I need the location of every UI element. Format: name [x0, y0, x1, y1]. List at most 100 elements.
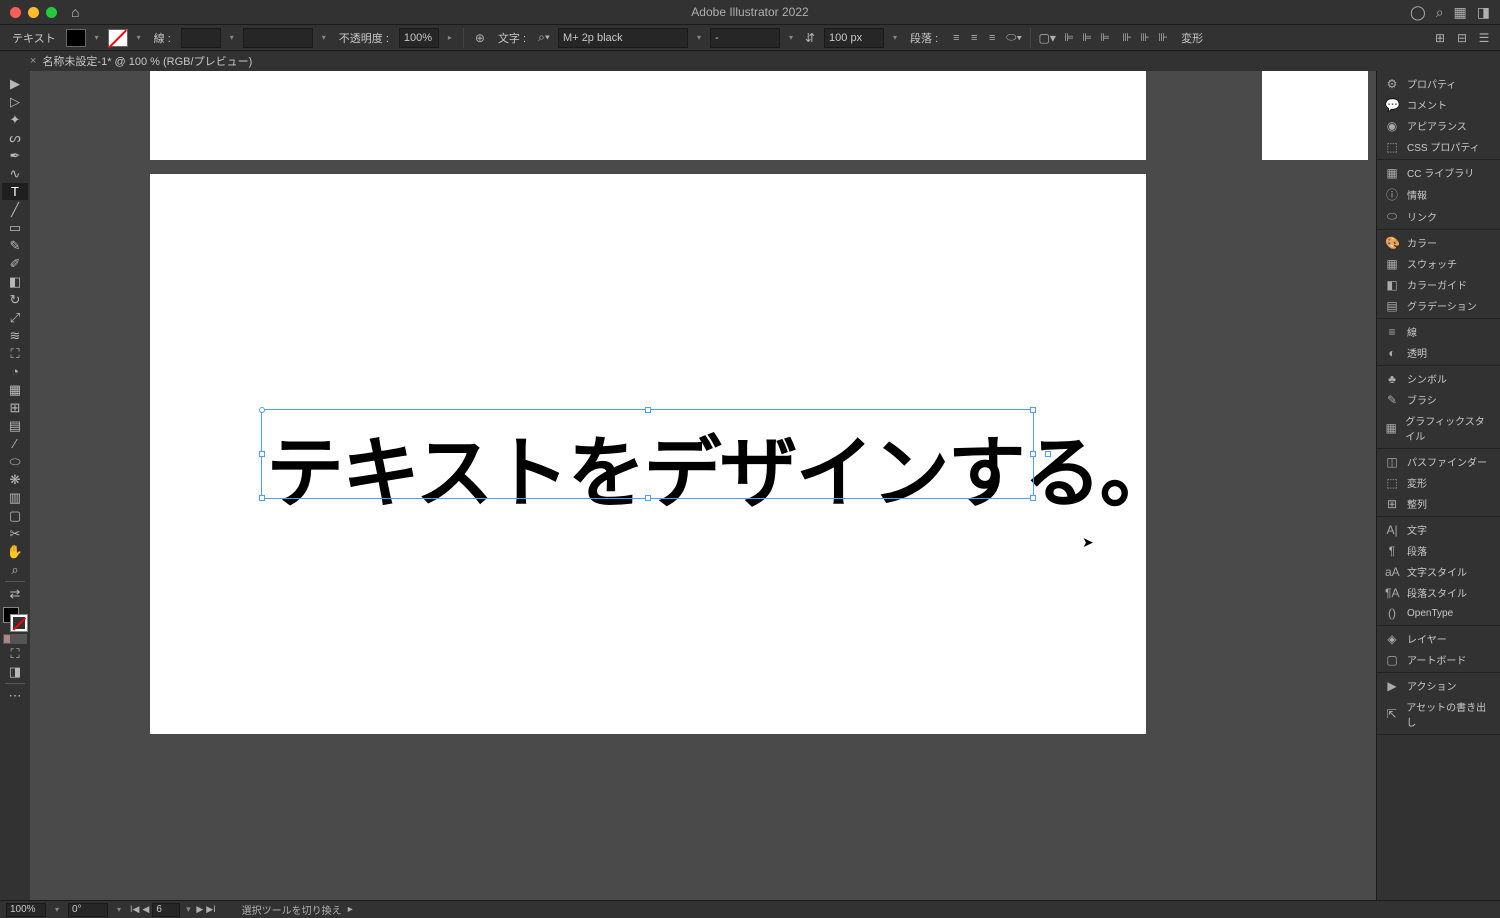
artboard-tool[interactable]: ▢: [2, 507, 28, 524]
toggle-fill-stroke-icon[interactable]: ⇄: [2, 585, 28, 602]
width-tool[interactable]: ≋: [2, 327, 28, 344]
shape-builder-tool[interactable]: ◔: [2, 363, 28, 380]
font-style-input[interactable]: [710, 28, 780, 48]
fill-stroke-indicator[interactable]: [3, 607, 27, 631]
opacity-input[interactable]: [399, 28, 439, 48]
resize-handle-tm[interactable]: [645, 407, 651, 413]
transform-label[interactable]: 変形: [1177, 30, 1207, 46]
column-graph-tool[interactable]: ▥: [2, 489, 28, 506]
panel-item[interactable]: 💬コメント: [1377, 94, 1500, 115]
type-tool[interactable]: T: [2, 183, 28, 200]
resize-handle-bl[interactable]: [259, 495, 265, 501]
font-size-input[interactable]: [824, 28, 884, 48]
eraser-tool[interactable]: ◧: [2, 273, 28, 290]
resize-handle-bm[interactable]: [645, 495, 651, 501]
recolor-icon[interactable]: ⊕: [472, 30, 488, 46]
dist-2-icon[interactable]: ⊪: [1137, 30, 1153, 46]
panel-item[interactable]: ◈レイヤー: [1377, 628, 1500, 649]
resize-handle-tl[interactable]: [259, 407, 265, 413]
align-obj-3-icon[interactable]: ⊫: [1097, 30, 1113, 46]
panel-item[interactable]: ¶A段落スタイル: [1377, 582, 1500, 603]
resize-handle-br[interactable]: [1030, 495, 1036, 501]
panel-item[interactable]: ▦スウォッチ: [1377, 253, 1500, 274]
panel-item[interactable]: ⚙プロパティ: [1377, 73, 1500, 94]
panel-item[interactable]: ▦CC ライブラリ: [1377, 162, 1500, 183]
rotate-tool[interactable]: ↻: [2, 291, 28, 308]
lasso-tool[interactable]: ᔕ: [2, 129, 28, 146]
align-obj-1-icon[interactable]: ⊫: [1061, 30, 1077, 46]
close-window-button[interactable]: [10, 7, 21, 18]
home-icon[interactable]: ⌂: [71, 4, 79, 20]
dist-3-icon[interactable]: ⊪: [1155, 30, 1171, 46]
slice-tool[interactable]: ✂: [2, 525, 28, 542]
workspace-switcher-icon[interactable]: ▦: [1454, 4, 1467, 21]
panel-item[interactable]: ≡線: [1377, 321, 1500, 342]
edit-toolbar-icon[interactable]: ⋯: [2, 687, 28, 704]
panel-item[interactable]: ◉アピアランス: [1377, 115, 1500, 136]
warp-icon[interactable]: ⬭▾: [1006, 30, 1022, 46]
panel-item[interactable]: ⊞整列: [1377, 493, 1500, 514]
panel-item[interactable]: ◧カラーガイド: [1377, 274, 1500, 295]
close-tab-icon[interactable]: ×: [30, 55, 36, 67]
fill-dropdown-icon[interactable]: ▾: [92, 33, 102, 42]
blend-tool[interactable]: ⬭: [2, 453, 28, 470]
next-artboard-icon[interactable]: ▶: [196, 904, 203, 915]
font-family-input[interactable]: [558, 28, 688, 48]
rotation-input[interactable]: [68, 903, 108, 917]
direct-selection-tool[interactable]: ▷: [2, 93, 28, 110]
minimize-window-button[interactable]: [28, 7, 39, 18]
panel-item[interactable]: ◐透明: [1377, 342, 1500, 363]
line-tool[interactable]: ╱: [2, 201, 28, 218]
gradient-tool[interactable]: ▤: [2, 417, 28, 434]
maximize-window-button[interactable]: [46, 7, 57, 18]
resize-handle-mr[interactable]: [1030, 451, 1036, 457]
eyedropper-tool[interactable]: ⁄: [2, 435, 28, 452]
search-icon[interactable]: ⌕: [1436, 4, 1444, 21]
shaper-tool[interactable]: ✐: [2, 255, 28, 272]
stroke-swatch[interactable]: [108, 29, 128, 47]
scale-tool[interactable]: ⤢: [2, 309, 28, 326]
text-overflow-handle[interactable]: [1045, 451, 1051, 457]
user-icon[interactable]: ◯: [1410, 4, 1426, 21]
panel-item[interactable]: ⓘ情報: [1377, 183, 1500, 206]
stroke-weight-input[interactable]: [181, 28, 221, 48]
resize-handle-tr[interactable]: [1030, 407, 1036, 413]
align-obj-2-icon[interactable]: ⊫: [1079, 30, 1095, 46]
paintbrush-tool[interactable]: ✎: [2, 237, 28, 254]
curvature-tool[interactable]: ∿: [2, 165, 28, 182]
free-transform-tool[interactable]: ⛶: [2, 345, 28, 362]
last-artboard-icon[interactable]: ▶I: [206, 904, 215, 915]
zoom-input[interactable]: [6, 903, 46, 917]
snap-pixel-icon[interactable]: ⊞: [1432, 30, 1448, 46]
hand-tool[interactable]: ✋: [2, 543, 28, 560]
magic-wand-tool[interactable]: ✦: [2, 111, 28, 128]
artboard-number-input[interactable]: [152, 903, 180, 917]
draw-mode-row[interactable]: [3, 634, 27, 644]
panel-item[interactable]: ▢アートボード: [1377, 649, 1500, 670]
doc-setup-icon[interactable]: ▢▾: [1039, 30, 1055, 46]
align-right-icon[interactable]: ≡: [984, 30, 1000, 46]
stroke-weight-dropdown-icon[interactable]: ▾: [227, 33, 237, 42]
resize-handle-ml[interactable]: [259, 451, 265, 457]
stroke-profile-input[interactable]: [243, 28, 313, 48]
panel-item[interactable]: ▶アクション: [1377, 675, 1500, 696]
status-menu-icon[interactable]: ▸: [348, 904, 353, 915]
panel-item[interactable]: ♣シンボル: [1377, 368, 1500, 389]
align-left-icon[interactable]: ≡: [948, 30, 964, 46]
font-search-icon[interactable]: ⌕▾: [536, 30, 552, 46]
align-center-icon[interactable]: ≡: [966, 30, 982, 46]
change-screen-icon[interactable]: ◨: [2, 663, 28, 680]
panel-item[interactable]: ◫パスファインダー: [1377, 451, 1500, 472]
perspective-grid-tool[interactable]: ▦: [2, 381, 28, 398]
panel-item[interactable]: ▦グラフィックスタイル: [1377, 410, 1500, 446]
panel-item[interactable]: ¶段落: [1377, 540, 1500, 561]
panel-item[interactable]: 🎨カラー: [1377, 232, 1500, 253]
panel-item[interactable]: ⇱アセットの書き出し: [1377, 696, 1500, 732]
first-artboard-icon[interactable]: I◀: [130, 904, 139, 915]
arrange-docs-icon[interactable]: ◨: [1477, 4, 1490, 21]
panel-item[interactable]: ⬚CSS プロパティ: [1377, 136, 1500, 157]
panel-item[interactable]: ()OpenType: [1377, 603, 1500, 623]
pen-tool[interactable]: ✒: [2, 147, 28, 164]
panel-item[interactable]: ✎ブラシ: [1377, 389, 1500, 410]
dist-1-icon[interactable]: ⊪: [1119, 30, 1135, 46]
